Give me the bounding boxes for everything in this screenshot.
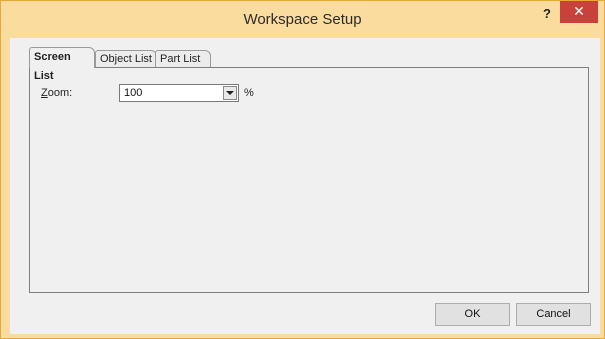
zoom-label-mnemonic: Z: [41, 87, 48, 99]
tab-part-list[interactable]: Part List: [155, 50, 211, 67]
zoom-dropdown-button[interactable]: [223, 86, 237, 100]
close-button[interactable]: ✕: [560, 1, 598, 23]
chevron-down-icon: [226, 91, 234, 95]
screen-list-panel: Zoom: 100 %: [29, 67, 589, 293]
close-icon: ✕: [573, 3, 585, 19]
ok-button[interactable]: OK: [435, 303, 510, 326]
zoom-label: Zoom:: [41, 87, 72, 99]
zoom-unit: %: [244, 87, 254, 99]
zoom-combobox[interactable]: 100: [119, 84, 239, 102]
tab-object-list[interactable]: Object List: [95, 50, 157, 67]
cancel-button[interactable]: Cancel: [516, 303, 591, 326]
zoom-label-rest: oom:: [47, 87, 73, 99]
title-bar[interactable]: Workspace Setup ? ✕: [1, 1, 604, 39]
zoom-value: 100: [124, 87, 143, 99]
help-button[interactable]: ?: [538, 4, 556, 24]
dialog-title: Workspace Setup: [243, 11, 362, 28]
tab-screen-list[interactable]: Screen List: [29, 47, 95, 82]
tab-strip: Screen List Object List Part List: [29, 47, 589, 82]
dialog-body: Screen List Object List Part List Zoom: …: [10, 38, 600, 334]
workspace-setup-dialog: Workspace Setup ? ✕ Screen List Object L…: [0, 0, 605, 339]
